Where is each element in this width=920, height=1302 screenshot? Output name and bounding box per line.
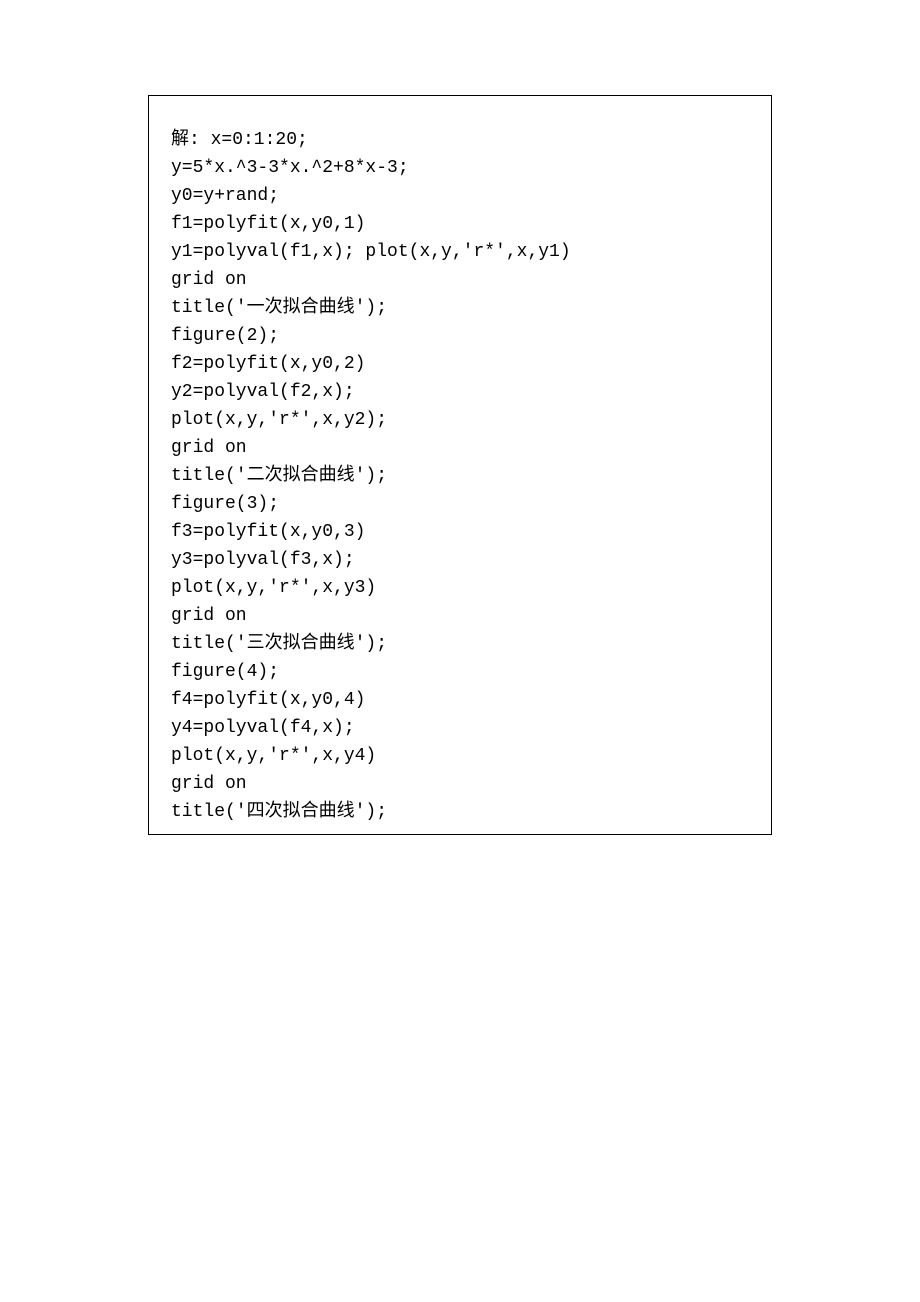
code-line: grid on [171,434,749,462]
code-line: figure(3); [171,490,749,518]
code-line: title('四次拟合曲线'); [171,798,749,826]
code-line: y2=polyval(f2,x); [171,378,749,406]
code-line: title('三次拟合曲线'); [171,630,749,658]
code-line: f4=polyfit(x,y0,4) [171,686,749,714]
code-line: plot(x,y,'r*',x,y4) [171,742,749,770]
code-line: y4=polyval(f4,x); [171,714,749,742]
code-line: 解: x=0:1:20; [171,126,749,154]
code-line: title('二次拟合曲线'); [171,462,749,490]
code-line: figure(4); [171,658,749,686]
code-line: y=5*x.^3-3*x.^2+8*x-3; [171,154,749,182]
code-line: plot(x,y,'r*',x,y3) [171,574,749,602]
code-line: grid on [171,602,749,630]
code-line: title('一次拟合曲线'); [171,294,749,322]
code-block: 解: x=0:1:20; y=5*x.^3-3*x.^2+8*x-3; y0=y… [148,95,772,835]
code-line: grid on [171,770,749,798]
code-line: y0=y+rand; [171,182,749,210]
code-line: plot(x,y,'r*',x,y2); [171,406,749,434]
code-line: y1=polyval(f1,x); plot(x,y,'r*',x,y1) [171,238,749,266]
code-line: f2=polyfit(x,y0,2) [171,350,749,378]
code-line: figure(2); [171,322,749,350]
code-line: y3=polyval(f3,x); [171,546,749,574]
code-line: f3=polyfit(x,y0,3) [171,518,749,546]
code-line: grid on [171,266,749,294]
document-page: 解: x=0:1:20; y=5*x.^3-3*x.^2+8*x-3; y0=y… [0,0,920,1302]
code-line: f1=polyfit(x,y0,1) [171,210,749,238]
